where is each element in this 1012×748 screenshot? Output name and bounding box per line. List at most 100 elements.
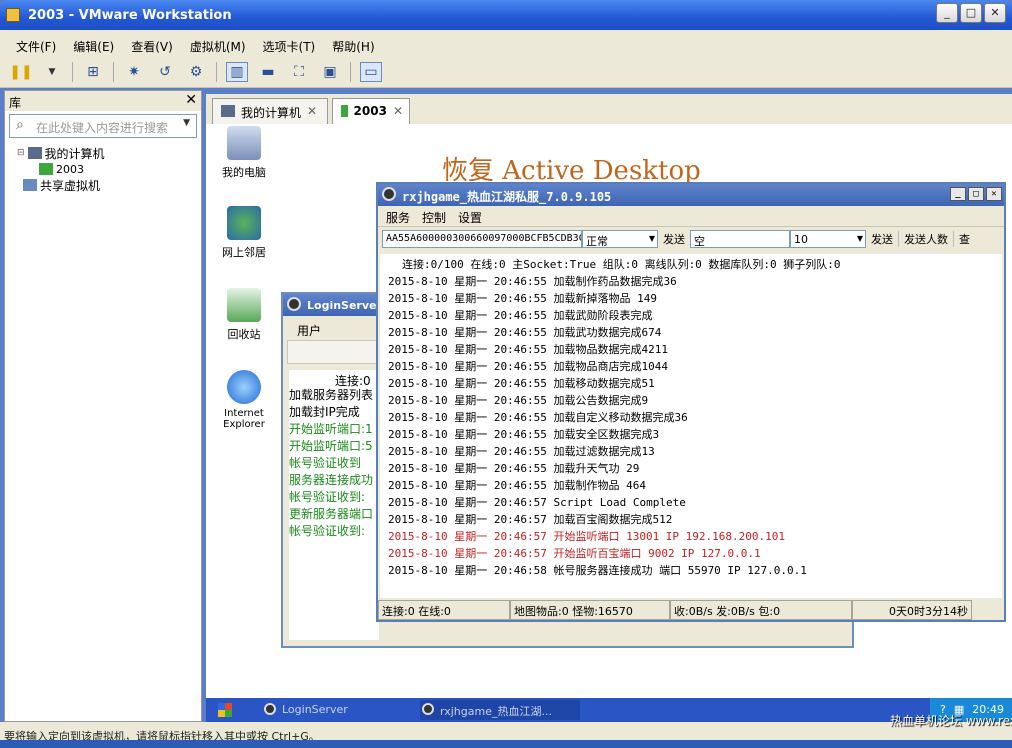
hex-input[interactable]: AA55A600000300660097000BCFB5CDB3C [382,229,582,248]
library-search-input[interactable]: ⌕ 在此处键入内容进行搜索 ▼ [9,114,197,138]
vm-running-icon [39,163,53,175]
count-select[interactable]: 10 ▼ [790,229,866,248]
status-header: 连接:0/100 在线:0 主Socket:True 组队:0 离线队列:0 数… [402,258,841,271]
tab-bar: 我的计算机 ✕ 2003 ✕ [206,94,1012,124]
rxjhgame-window[interactable]: rxjhgame_热血江湖私服_7.0.9.105 _ □ ✕ 服务 控制 设置… [376,182,1006,622]
tab-label: 我的计算机 [241,106,302,120]
log-line: 加载封IP完成 [289,405,360,419]
library-panel: 库 ✕ ⌕ 在此处键入内容进行搜索 ▼ ⊟ 我的计算机 2003 共享虚拟机 [4,90,202,722]
tab-vm-2003[interactable]: 2003 ✕ [332,98,410,124]
log-line: 2015-8-10 星期一 20:46:55 加载移动数据完成51 [388,377,655,390]
send-button-2[interactable]: 发送 [866,231,898,247]
close-icon[interactable]: ✕ [185,92,197,108]
chevron-down-icon[interactable]: ▼ [183,118,190,128]
watermark: 热血单机论坛 www.rexue.com [890,714,1012,728]
desktop-icon-network[interactable]: 网上邻居 [214,206,274,260]
menu-service[interactable]: 服务 [386,209,410,226]
fullscreen-icon[interactable]: ⛶ [288,62,310,82]
desktop-icon-ie[interactable]: Internet Explorer [214,370,274,430]
menu-file[interactable]: 文件(F) [16,38,56,56]
minimize-button[interactable]: _ [950,187,966,201]
tree-item-vm-2003[interactable]: 2003 [17,161,201,177]
minimize-button[interactable]: _ [936,3,958,23]
rxjhgame-titlebar[interactable]: rxjhgame_热血江湖私服_7.0.9.105 _ □ ✕ [378,184,1004,206]
desktop-icon-label: 回收站 [227,328,261,341]
tree-label: 共享虚拟机 [40,178,101,193]
menu-edit[interactable]: 编辑(E) [73,38,114,56]
mode-select[interactable]: 正常 ▼ [582,229,658,248]
window-titlebar[interactable]: 2003 - VMware Workstation [0,0,1012,30]
rxjhgame-menu-bar: 服务 控制 设置 [378,206,1004,226]
menu-view[interactable]: 查看(V) [131,38,173,56]
desktop-icon-my-computer[interactable]: 我的电脑 [214,126,274,180]
recycle-bin-icon [227,288,261,322]
library-header: 库 ✕ [5,91,201,111]
log-line: 2015-8-10 星期一 20:46:55 加载物品商店完成1044 [388,360,668,373]
library-tree: ⊟ 我的计算机 2003 共享虚拟机 [5,141,201,193]
pause-icon[interactable]: ❚❚ [9,62,32,82]
log-line: 2015-8-10 星期一 20:46:55 加载自定义移动数据完成36 [388,411,688,424]
log-line: 2015-8-10 星期一 20:46:55 加载物品数据完成4211 [388,343,668,356]
close-button[interactable]: ✕ [984,3,1006,23]
windows-logo-icon[interactable] [218,703,232,717]
revert-icon[interactable]: ↺ [154,62,176,82]
tab-my-computer[interactable]: 我的计算机 ✕ [212,98,328,124]
log-line: 2015-8-10 星期一 20:46:57 加载百宝阁数据完成512 [388,513,673,526]
tab-label: 2003 [353,104,387,118]
show-library-icon[interactable]: ▥ [226,61,248,82]
log-line: 加载服务器列表 [289,388,374,402]
log-line: 更新服务器端口 [289,507,374,521]
app-icon [382,187,396,201]
snapshot-icon[interactable]: ✷ [123,62,145,82]
log-line: 开始监听端口:1 [289,422,373,436]
active-desktop-title[interactable]: 恢复 Active Desktop [442,150,701,184]
network-icon[interactable]: ⊞ [82,62,104,82]
conn-status: 连接:0 [335,374,371,388]
desktop-icon-label: 我的电脑 [222,166,266,179]
log-line: 2015-8-10 星期一 20:46:55 加载安全区数据完成3 [388,428,660,441]
vm-running-icon [341,105,348,117]
menu-control[interactable]: 控制 [422,209,446,226]
send-people-button[interactable]: 发送人数 [898,230,953,247]
tree-item-my-computer[interactable]: ⊟ 我的计算机 [17,145,201,161]
desktop-icon-recycle-bin[interactable]: 回收站 [214,288,274,342]
send-button[interactable]: 发送 [658,231,690,247]
tree-item-shared-vms[interactable]: 共享虚拟机 [17,177,201,193]
close-button[interactable]: ✕ [986,187,1002,201]
log-line: 2015-8-10 星期一 20:46:55 加载制作物品 464 [388,479,646,492]
chevron-down-icon: ▼ [648,233,655,243]
taskbar-item-rxjhgame[interactable]: rxjhgame_热血江湖... [420,700,580,720]
log-line: 2015-8-10 星期一 20:46:57 开始监听端口 13001 IP 1… [388,530,786,543]
close-icon[interactable]: ✕ [393,104,403,124]
log-line: 2015-8-10 星期一 20:46:55 加载新掉落物品 149 [388,292,657,305]
chevron-down-icon: ▼ [856,233,863,243]
menu-tabs[interactable]: 选项卡(T) [263,38,316,56]
maximize-button[interactable]: □ [968,187,984,201]
menu-help[interactable]: 帮助(H) [332,38,374,56]
log-line: 2015-8-10 星期一 20:46:55 加载升天气功 29 [388,462,640,475]
close-icon[interactable]: ✕ [307,104,317,124]
log-line: 2015-8-10 星期一 20:46:57 开始监听百宝端口 9002 IP … [388,547,761,560]
taskbar-item-loginserver[interactable]: LoginServer [262,700,410,720]
app-icon [422,703,434,715]
maximize-button[interactable]: □ [960,3,982,23]
computer-icon [221,105,235,117]
desktop-icon-label: Internet Explorer [223,408,265,430]
snapshot-manager-icon[interactable]: ⚙ [185,62,207,82]
computer-icon [227,126,261,160]
expand-icon[interactable]: ⊟ [17,148,25,158]
chevron-down-icon[interactable]: ▼ [41,62,63,82]
message-input[interactable]: 空 [690,229,790,248]
menu-vm[interactable]: 虚拟机(M) [190,38,246,56]
tree-label: 2003 [56,162,84,176]
app-icon [287,297,301,311]
menu-settings[interactable]: 设置 [458,209,482,226]
unity-icon[interactable]: ▣ [319,62,341,82]
query-button[interactable]: 查 [953,230,975,247]
desktop-icon-label: 网上邻居 [222,246,266,259]
toolbar-separator [113,61,114,82]
search-placeholder: 在此处键入内容进行搜索 [36,121,169,135]
console-view-icon[interactable]: ▭ [360,61,382,82]
thumbnail-bar-icon[interactable]: ▬ [257,62,279,82]
rxjhgame-status-bar: 连接:0 在线:0 地图物品:0 怪物:16570 收:0B/s 发:0B/s … [378,600,1004,620]
